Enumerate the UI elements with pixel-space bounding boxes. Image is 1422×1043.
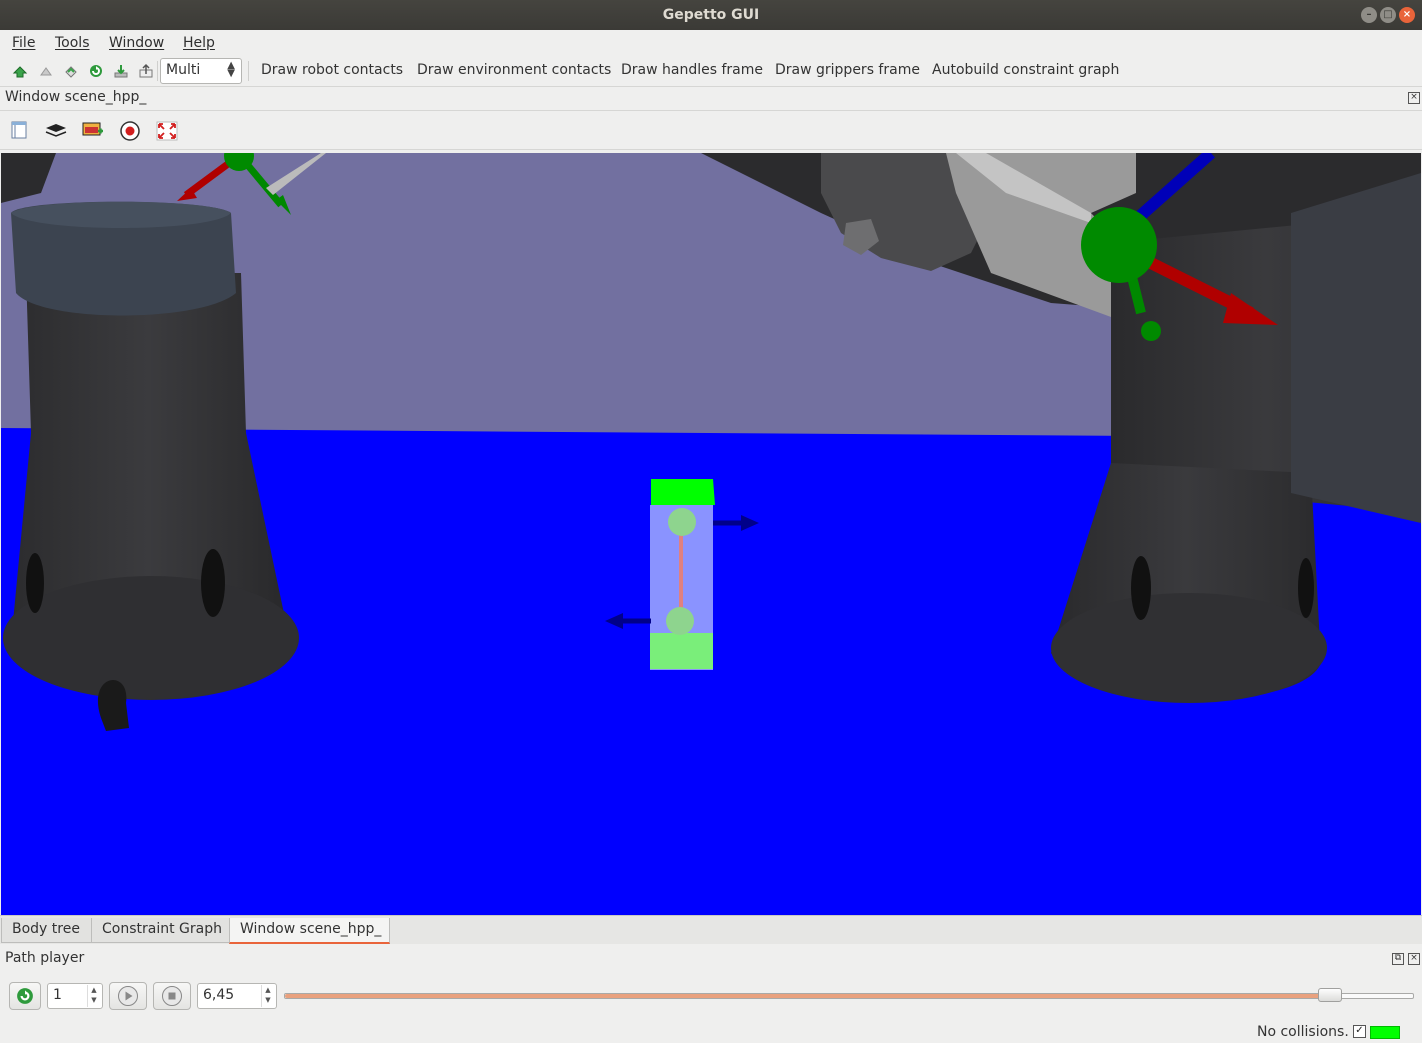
export-icon[interactable]	[138, 63, 154, 79]
toolbar-separator	[157, 61, 158, 81]
collision-status-text: No collisions.	[1257, 1024, 1349, 1040]
vent-left-2	[26, 553, 44, 613]
tab-constraint-graph[interactable]: Constraint Graph	[91, 918, 230, 943]
scene-icon-bar	[0, 110, 1422, 150]
add-robot-icon[interactable]	[12, 63, 28, 79]
notes-icon[interactable]	[10, 120, 28, 140]
fit-view-icon[interactable]	[156, 121, 178, 141]
spin-arrows-icon[interactable]: ▲ ▼	[87, 985, 100, 1007]
vent-left-1	[201, 549, 225, 617]
screenshot-icon[interactable]	[82, 121, 104, 139]
minimize-button[interactable]: –	[1361, 7, 1377, 23]
autobuild-constraint-graph-button[interactable]: Autobuild constraint graph	[932, 62, 1119, 78]
tab-body-tree[interactable]: Body tree	[1, 918, 92, 943]
refresh-icon[interactable]	[88, 63, 104, 79]
play-icon	[118, 986, 138, 1006]
tab-body-tree-label: Body tree	[12, 921, 80, 937]
scene-dock-header: Window scene_hpp_ ×	[0, 87, 1422, 109]
box-top	[651, 479, 715, 505]
maximize-button[interactable]: □	[1380, 7, 1396, 23]
handle-marker-top	[668, 508, 696, 536]
draw-environment-contacts-button[interactable]: Draw environment contacts	[417, 62, 611, 78]
tab-window-scene-label: Window scene_hpp_	[240, 921, 382, 937]
tab-constraint-graph-label: Constraint Graph	[102, 921, 222, 937]
layers-icon[interactable]	[45, 123, 67, 137]
record-icon[interactable]	[119, 120, 141, 142]
path-index-spinbox[interactable]: 1 ▲ ▼	[47, 983, 103, 1009]
collision-status-indicator	[1370, 1026, 1400, 1039]
dock-close-icon[interactable]: ×	[1408, 953, 1420, 965]
path-player-header: Path player ⧉ ×	[0, 948, 1422, 970]
mode-select[interactable]: Multi ▲ ▼	[160, 58, 242, 84]
handle-marker-bottom	[666, 607, 694, 635]
time-spinbox[interactable]: 6,45 ▲ ▼	[197, 983, 277, 1009]
draw-robot-contacts-button[interactable]: Draw robot contacts	[261, 62, 403, 78]
robot-base-right-foot	[1051, 593, 1327, 703]
robot-base-left-foot	[3, 576, 299, 700]
menu-tools[interactable]: Tools	[55, 35, 90, 51]
scene-viewport[interactable]	[1, 153, 1421, 915]
dock-close-icon[interactable]: ×	[1408, 92, 1420, 104]
draw-grippers-frame-button[interactable]: Draw grippers frame	[775, 62, 920, 78]
path-index-value: 1	[53, 987, 62, 1003]
stop-icon	[162, 986, 182, 1006]
box-bottom	[650, 633, 713, 669]
add-object-icon[interactable]	[63, 63, 79, 79]
path-progress-fill	[285, 994, 1331, 998]
menu-help[interactable]: Help	[183, 35, 215, 51]
play-button[interactable]	[109, 982, 147, 1010]
frame-marker-right	[1141, 321, 1161, 341]
collision-check-checkbox[interactable]: ✓	[1353, 1025, 1366, 1038]
updown-arrows-icon: ▲ ▼	[227, 60, 235, 79]
menu-window[interactable]: Window	[109, 35, 164, 51]
draw-handles-frame-button[interactable]: Draw handles frame	[621, 62, 763, 78]
close-window-button[interactable]: ×	[1399, 7, 1415, 23]
menu-bar: File Tools Window Help	[0, 30, 1422, 55]
refresh-icon	[17, 988, 33, 1004]
scene-dock-title: Window scene_hpp_	[5, 89, 147, 105]
vent-right-2	[1298, 558, 1314, 618]
vent-right-1	[1131, 556, 1151, 620]
scene-canvas	[1, 153, 1421, 915]
tab-window-scene[interactable]: Window scene_hpp_	[229, 918, 390, 944]
path-progress-slider[interactable]	[284, 993, 1414, 999]
mode-select-value: Multi	[166, 62, 201, 78]
path-player-title: Path player	[5, 950, 85, 966]
refresh-paths-button[interactable]	[9, 982, 41, 1010]
frame-origin-right	[1081, 207, 1157, 283]
stop-button[interactable]	[153, 982, 191, 1010]
menu-file[interactable]: File	[12, 35, 35, 51]
time-value: 6,45	[203, 987, 235, 1003]
window-title: Gepetto GUI	[662, 7, 760, 23]
dock-tabs: Body tree Constraint Graph Window scene_…	[0, 915, 1422, 944]
dock-float-icon[interactable]: ⧉	[1392, 953, 1404, 965]
toolbar-separator	[248, 61, 249, 81]
slider-handle[interactable]	[1318, 988, 1343, 1002]
robot-shoulder-right	[1291, 173, 1421, 523]
title-bar: Gepetto GUI – □ ×	[0, 0, 1422, 30]
spin-arrows-icon[interactable]: ▲ ▼	[261, 985, 274, 1007]
add-environment-icon[interactable]	[38, 63, 54, 79]
download-icon[interactable]	[113, 63, 129, 79]
